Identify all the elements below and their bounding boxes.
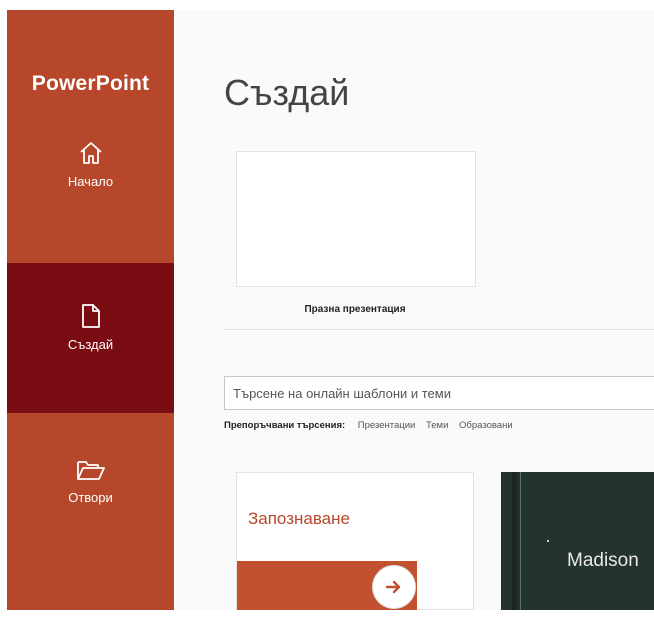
template-madison[interactable]: Madison bbox=[501, 472, 654, 610]
open-folder-icon bbox=[76, 461, 105, 480]
sidebar-item-new[interactable]: Създай bbox=[7, 263, 174, 413]
search-input[interactable] bbox=[224, 376, 654, 410]
sidebar-item-label: Начало bbox=[67, 174, 114, 189]
app-title: PowerPoint bbox=[31, 72, 150, 95]
suggested-link-presentations[interactable]: Презентации bbox=[358, 420, 416, 431]
template-madison-line bbox=[520, 472, 521, 610]
suggested-link-education[interactable]: Образовани bbox=[459, 420, 513, 431]
arrow-right-icon bbox=[372, 565, 416, 609]
suggested-searches: Препоръчвани търсения: Презентации Теми … bbox=[224, 420, 654, 431]
divider bbox=[224, 329, 654, 330]
template-tour-title: Запознаване bbox=[248, 509, 350, 528]
sidebar-item-home[interactable]: Начало bbox=[7, 140, 174, 250]
sidebar-item-label: Създай bbox=[67, 337, 114, 352]
template-madison-accent bbox=[547, 540, 549, 542]
app-window: PowerPoint Начало Създай Отвори Създай П… bbox=[7, 10, 654, 610]
sidebar-item-label: Отвори bbox=[68, 490, 113, 505]
main-content: Създай Празна презентация Препоръчвани т… bbox=[174, 10, 654, 610]
page-title: Създай bbox=[224, 72, 350, 113]
blank-presentation-label[interactable]: Празна презентация bbox=[236, 304, 474, 315]
sidebar: PowerPoint Начало Създай Отвори bbox=[7, 10, 174, 610]
suggested-link-themes[interactable]: Теми bbox=[426, 420, 448, 431]
home-icon bbox=[79, 142, 102, 164]
template-tour[interactable]: Запознаване bbox=[236, 472, 474, 610]
new-document-icon bbox=[81, 304, 100, 328]
sidebar-item-open[interactable]: Отвори bbox=[7, 430, 174, 540]
suggested-searches-label: Препоръчвани търсения: bbox=[224, 420, 346, 431]
blank-presentation-thumbnail[interactable] bbox=[236, 151, 476, 287]
template-madison-stripe bbox=[512, 472, 517, 610]
template-madison-title: Madison bbox=[567, 550, 639, 571]
